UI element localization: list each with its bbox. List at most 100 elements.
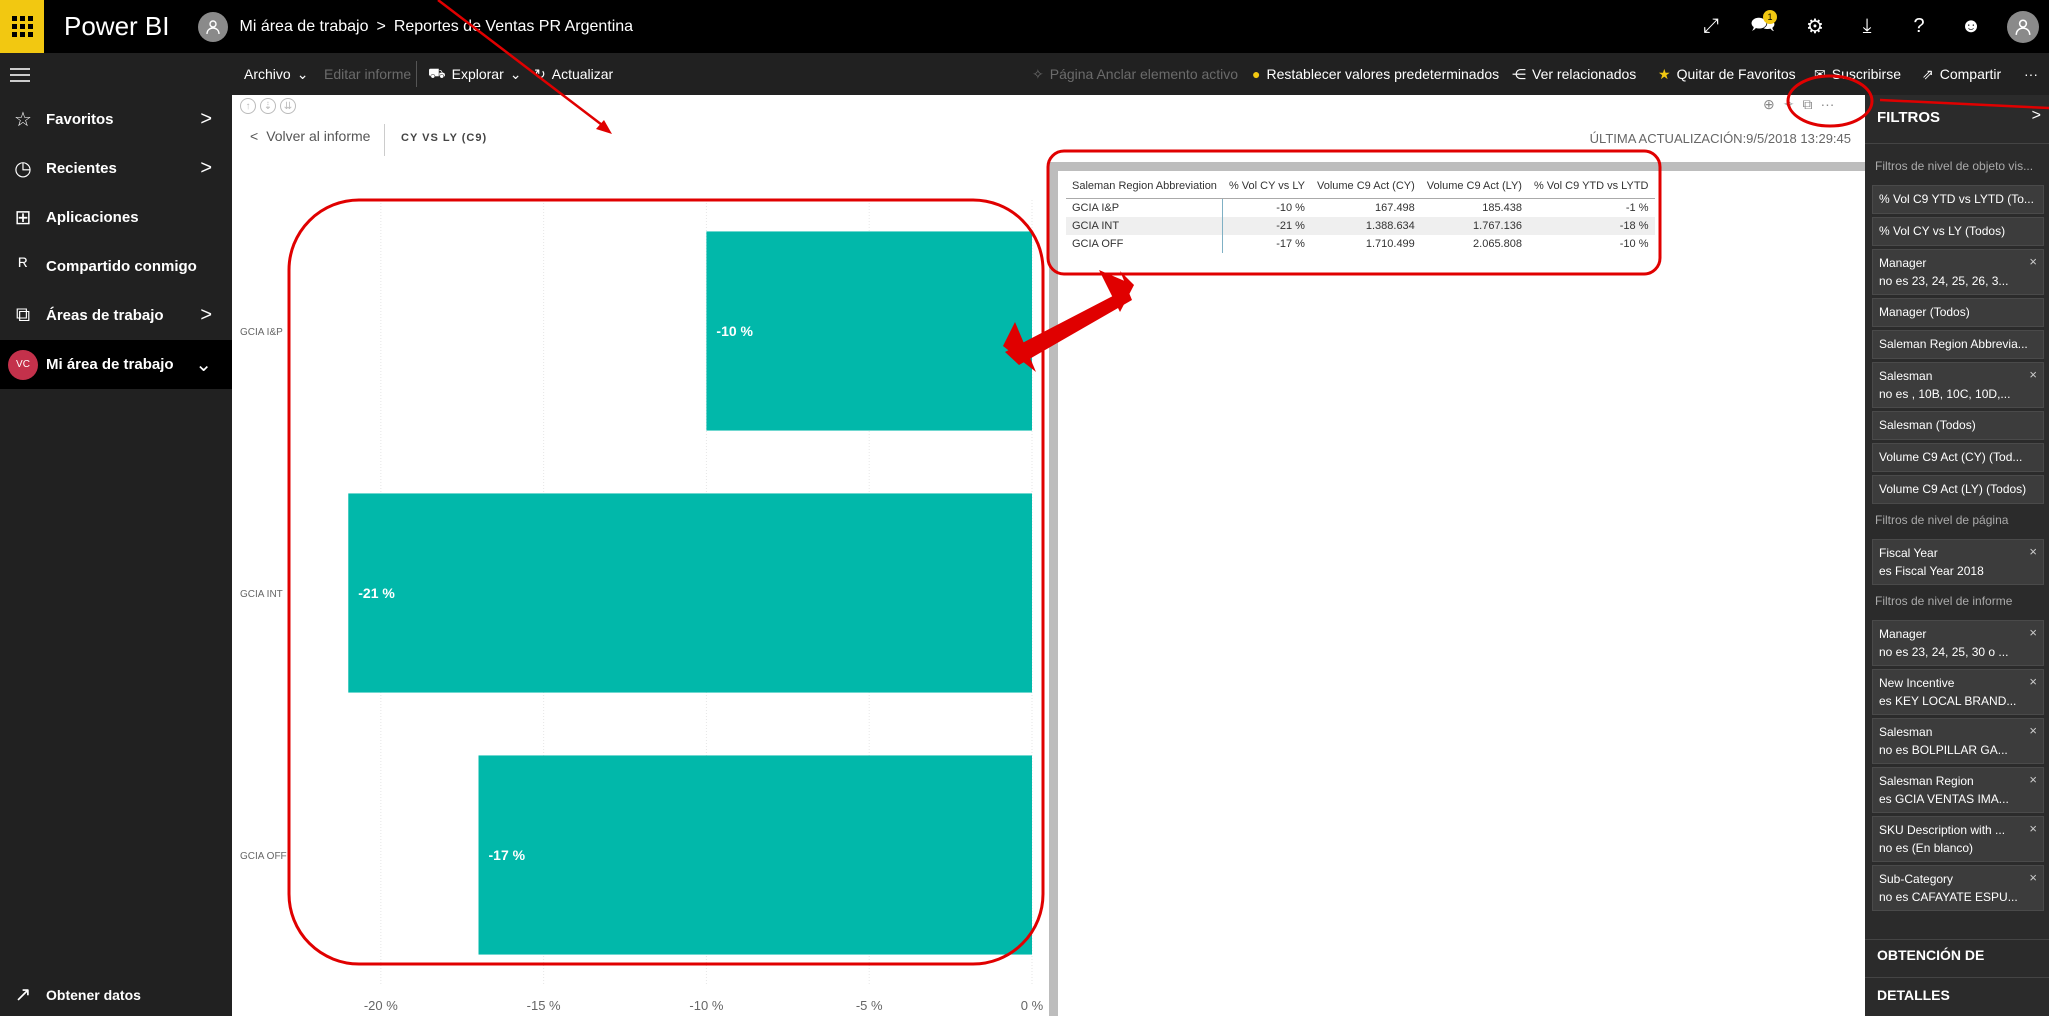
app-name[interactable]: Power BI xyxy=(64,11,170,42)
command-bar: Archivo ⌄ Editar informe ⛟ Explorar ⌄ ↻ Actu… xyxy=(0,53,2049,95)
nav-mi-area[interactable]: VC Mi área de trabajo ⌄ xyxy=(0,340,232,389)
filter-card[interactable]: Sub-Category no es CAFAYATE ESPU... × xyxy=(1872,865,2044,911)
notifications-button[interactable]: 🗪 1 xyxy=(1737,0,1789,53)
filter-section-label: Filtros de nivel de informe xyxy=(1875,594,2013,608)
clock-icon: ◷ xyxy=(14,158,32,180)
nav-favoritos[interactable]: ☆ Favoritos > xyxy=(0,95,232,144)
more-options-button[interactable]: ··· xyxy=(2024,53,2038,95)
filter-card[interactable]: Salesman no es BOLPILLAR GA... × xyxy=(1872,718,2044,764)
account-button[interactable] xyxy=(1997,0,2049,53)
filter-card[interactable]: Salesman no es , 10B, 10C, 10D,... × xyxy=(1872,362,2044,408)
filter-value: no es 23, 24, 25, 30 o ... xyxy=(1879,645,2009,659)
filter-card[interactable]: New Incentive es KEY LOCAL BRAND... × xyxy=(1872,669,2044,715)
column-header[interactable]: % Vol CY vs LY xyxy=(1222,176,1311,199)
nav-label: Aplicaciones xyxy=(46,209,139,226)
share-button[interactable]: ⇗ Compartir xyxy=(1922,53,2001,95)
table-cell: -10 % xyxy=(1619,237,1649,250)
app-launcher-button[interactable] xyxy=(0,0,44,53)
filter-card[interactable]: Salesman Region es GCIA VENTAS IMA... × xyxy=(1872,767,2044,813)
drill-down-icon[interactable]: ⊕ xyxy=(1763,96,1775,113)
x-tick-label: 0 % xyxy=(1021,998,1044,1013)
fullscreen-button[interactable]: ⤢ xyxy=(1685,0,1737,53)
column-header[interactable]: % Vol C9 YTD vs LYTD xyxy=(1527,176,1655,199)
collapse-filters-icon[interactable]: > xyxy=(2032,107,2041,125)
nav-compartido[interactable]: ᴿ Compartido conmigo xyxy=(0,242,232,291)
archivo-menu[interactable]: Archivo ⌄ xyxy=(244,53,308,95)
chevron-right-icon: > xyxy=(376,17,386,35)
clear-filter-icon[interactable]: × xyxy=(2029,723,2037,738)
filter-section-label: Filtros de nivel de página xyxy=(1875,513,2009,527)
nav-areas-trabajo[interactable]: ⧉ Áreas de trabajo > xyxy=(0,291,232,340)
table-cell: -1 % xyxy=(1625,201,1649,214)
hamburger-menu-icon[interactable] xyxy=(10,64,30,86)
download-button[interactable]: ⤓ xyxy=(1841,0,1893,53)
drill-down-icon[interactable]: ⇣ xyxy=(260,98,276,114)
back-to-report-button[interactable]: < Volver al informe xyxy=(250,128,370,144)
clear-filter-icon[interactable]: × xyxy=(2029,254,2037,269)
settings-button[interactable]: ⚙ xyxy=(1789,0,1841,53)
explorar-menu[interactable]: ⛟ Explorar ⌄ xyxy=(428,53,522,95)
nav-label: Recientes xyxy=(46,160,117,177)
workspaces-icon: ⧉ xyxy=(15,304,31,326)
filter-value: no es BOLPILLAR GA... xyxy=(1879,743,2008,757)
filter-card[interactable]: % Vol CY vs LY (Todos) xyxy=(1872,217,2044,246)
nav-recientes[interactable]: ◷ Recientes > xyxy=(0,144,232,193)
filter-card[interactable]: Volume C9 Act (LY) (Todos) xyxy=(1872,475,2044,504)
filter-card[interactable]: Fiscal Year es Fiscal Year 2018 × xyxy=(1872,539,2044,585)
column-header[interactable]: Volume C9 Act (CY) xyxy=(1310,176,1421,199)
divider xyxy=(1865,143,2049,144)
actualizar-button[interactable]: ↻ Actualizar xyxy=(534,53,613,95)
column-header[interactable]: Volume C9 Act (LY) xyxy=(1420,176,1528,199)
chevron-down-icon: ⌄ xyxy=(509,65,522,82)
nav-obtener-datos[interactable]: ↗ Obtener datos xyxy=(0,970,232,1019)
filter-name: % Vol C9 YTD vs LYTD (To... xyxy=(1879,192,2034,206)
breadcrumb-workspace[interactable]: Mi área de trabajo xyxy=(240,18,369,36)
filter-card[interactable]: Manager no es 23, 24, 25, 30 o ... × xyxy=(1872,620,2044,666)
breadcrumb-report[interactable]: Reportes de Ventas PR Argentina xyxy=(394,18,633,36)
divider xyxy=(1865,939,2049,940)
expand-level-icon[interactable]: ⇊ xyxy=(280,98,296,114)
pin-icon[interactable]: ✧ xyxy=(1783,96,1795,113)
clear-filter-icon[interactable]: × xyxy=(2029,870,2037,885)
clear-filter-icon[interactable]: × xyxy=(2029,772,2037,787)
subscribe-button[interactable]: ✉ Suscribirse xyxy=(1814,53,1901,95)
x-tick-label: -5 % xyxy=(856,998,883,1013)
explore-icon: ⛟ xyxy=(428,64,446,81)
top-icons: ⤢ 🗪 1 ⚙ ⤓ ? ☻ xyxy=(1685,0,2049,53)
filter-card[interactable]: % Vol C9 YTD vs LYTD (To... xyxy=(1872,185,2044,214)
reset-defaults-button[interactable]: ● Restablecer valores predeterminados xyxy=(1252,53,1499,95)
filter-value: es GCIA VENTAS IMA... xyxy=(1879,792,2009,806)
user-initials-avatar: VC xyxy=(8,349,38,380)
ellipsis-icon[interactable]: ··· xyxy=(1820,96,1834,113)
drillthrough-section-title[interactable]: OBTENCIÓN DE xyxy=(1877,947,1984,963)
details-section-title[interactable]: DETALLES xyxy=(1877,987,1950,1003)
filter-card[interactable]: SKU Description with ... no es (En blanco… xyxy=(1872,816,2044,862)
clear-filter-icon[interactable]: × xyxy=(2029,544,2037,559)
clear-filter-icon[interactable]: × xyxy=(2029,625,2037,640)
table-row[interactable]: GCIA OFF -17 % 1.710.499 2.065.808 -10 % xyxy=(1066,234,1655,253)
feedback-button[interactable]: ☻ xyxy=(1945,0,1997,53)
clear-filter-icon[interactable]: × xyxy=(2029,367,2037,382)
editar-informe-button[interactable]: Editar informe xyxy=(324,53,411,95)
x-tick-label: -10 % xyxy=(689,998,723,1013)
data-label: -21 % xyxy=(358,585,395,601)
clear-filter-icon[interactable]: × xyxy=(2029,821,2037,836)
table-row[interactable]: GCIA I&P -10 % 167.498 185.438 -1 % xyxy=(1066,198,1655,217)
filter-card[interactable]: Saleman Region Abbrevia... xyxy=(1872,330,2044,359)
filter-card[interactable]: Volume C9 Act (CY) (Tod... xyxy=(1872,443,2044,472)
focus-mode-icon[interactable]: ⧉ xyxy=(1802,96,1812,113)
filter-card[interactable]: Salesman (Todos) xyxy=(1872,411,2044,440)
clear-filter-icon[interactable]: × xyxy=(2029,674,2037,689)
help-button[interactable]: ? xyxy=(1893,0,1945,53)
remove-favorite-button[interactable]: ★ Quitar de Favoritos xyxy=(1658,53,1796,95)
nav-label: Obtener datos xyxy=(46,986,141,1003)
column-header[interactable]: Saleman Region Abbreviation xyxy=(1066,176,1223,199)
table-row[interactable]: GCIA INT -21 % 1.388.634 1.767.136 -18 % xyxy=(1066,216,1655,235)
pin-page-button[interactable]: ✧ Página Anclar elemento activo xyxy=(1032,53,1238,95)
nav-aplicaciones[interactable]: ⊞ Aplicaciones xyxy=(0,193,232,242)
view-related-button[interactable]: ⋲ Ver relacionados xyxy=(1512,53,1636,95)
drill-up-icon[interactable]: ↑ xyxy=(240,98,256,114)
filter-card[interactable]: Manager no es 23, 24, 25, 26, 3... × xyxy=(1872,249,2044,295)
breadcrumb: Mi área de trabajo > Reportes de Ventas … xyxy=(240,18,634,36)
filter-card[interactable]: Manager (Todos) xyxy=(1872,298,2044,327)
